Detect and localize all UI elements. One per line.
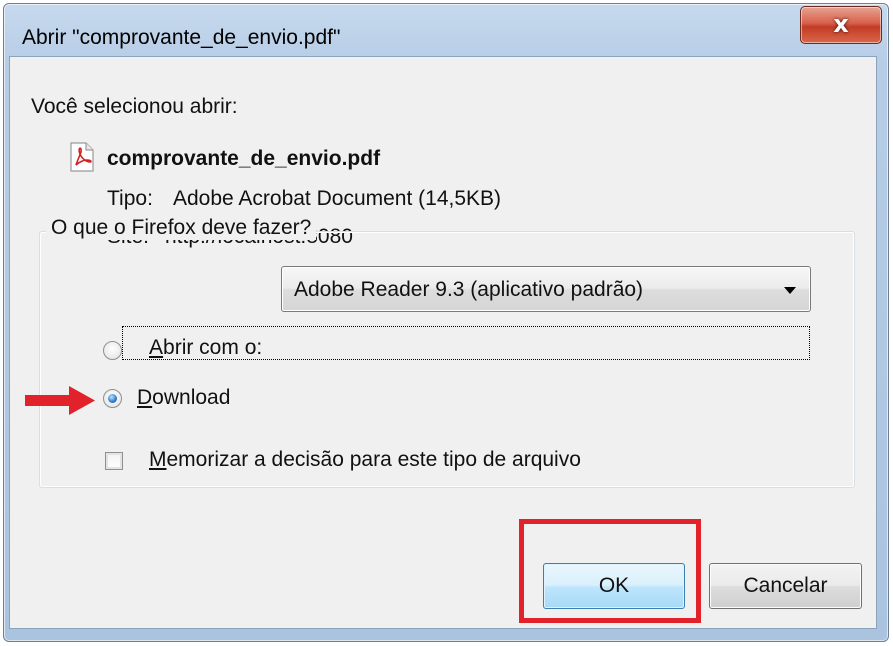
close-button[interactable]: x — [800, 6, 882, 44]
ok-highlight-annotation — [519, 519, 701, 623]
download-label-rest: ownload — [152, 386, 231, 409]
intro-text: Você selecionou abrir: — [31, 95, 238, 118]
remember-label-rest: emorizar a decisão para este tipo de arq… — [166, 448, 581, 471]
download-focus-rect — [122, 326, 810, 360]
remember-label[interactable]: Memorizar a decisão para este tipo de ar… — [149, 448, 581, 472]
app-select[interactable]: Adobe Reader 9.3 (aplicativo padrão) — [281, 266, 811, 312]
download-label[interactable]: Download — [137, 386, 230, 410]
download-accel: D — [137, 386, 153, 409]
app-select-value: Adobe Reader 9.3 (aplicativo padrão) — [294, 278, 644, 301]
remember-checkbox[interactable] — [105, 452, 123, 470]
title-bar[interactable]: Abrir "comprovante_de_envio.pdf" x — [4, 4, 888, 60]
download-radio[interactable] — [103, 389, 122, 408]
open-with-radio[interactable] — [103, 341, 122, 360]
cancel-button[interactable]: Cancelar — [709, 563, 862, 609]
red-arrow-icon — [25, 386, 95, 415]
close-icon: x — [833, 10, 849, 38]
type-value: Adobe Acrobat Document (14,5KB) — [173, 187, 502, 210]
pdf-file-icon — [70, 142, 94, 172]
remember-accel: M — [149, 448, 167, 471]
type-label: Tipo: — [107, 187, 153, 210]
file-name: comprovante_de_envio.pdf — [107, 147, 381, 170]
action-group-legend: O que o Firefox deve fazer? — [46, 216, 317, 240]
window-title: Abrir "comprovante_de_envio.pdf" — [22, 26, 341, 49]
chevron-down-icon — [784, 287, 796, 294]
